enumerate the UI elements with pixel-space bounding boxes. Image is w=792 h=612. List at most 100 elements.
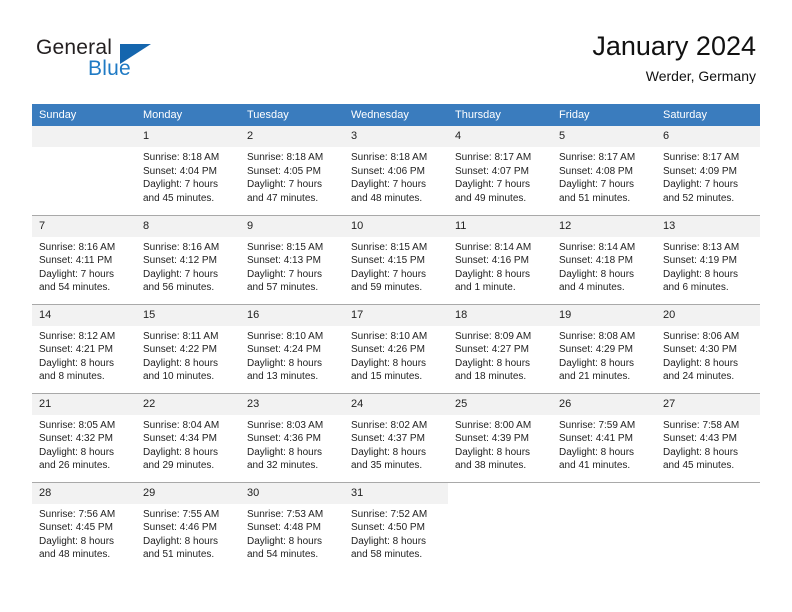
day-cell[interactable]: 24 Sunrise: 8:02 AM Sunset: 4:37 PM Dayl… xyxy=(344,392,448,482)
weekday-header-monday: Monday xyxy=(136,104,240,126)
day-number: 5 xyxy=(552,126,656,147)
day-number: 14 xyxy=(32,304,136,326)
sunset-text: Sunset: 4:08 PM xyxy=(559,165,633,177)
day-cell[interactable]: 16 Sunrise: 8:10 AM Sunset: 4:24 PM Dayl… xyxy=(240,303,344,393)
daylight-text-2: and 48 minutes. xyxy=(39,549,111,560)
day-cell[interactable]: 6 Sunrise: 8:17 AM Sunset: 4:09 PM Dayli… xyxy=(656,126,760,215)
daylight-text-2: and 45 minutes. xyxy=(143,192,215,204)
day-details: Sunrise: 8:11 AM Sunset: 4:22 PM Dayligh… xyxy=(136,326,240,384)
day-details: Sunrise: 8:00 AM Sunset: 4:39 PM Dayligh… xyxy=(448,415,552,473)
day-details xyxy=(656,504,760,508)
day-number: 24 xyxy=(344,393,448,415)
calendar-week-row: 1 Sunrise: 8:18 AM Sunset: 4:04 PM Dayli… xyxy=(32,126,760,215)
day-cell[interactable]: 25 Sunrise: 8:00 AM Sunset: 4:39 PM Dayl… xyxy=(448,392,552,482)
sunset-text: Sunset: 4:07 PM xyxy=(455,165,529,177)
day-details: Sunrise: 7:58 AM Sunset: 4:43 PM Dayligh… xyxy=(656,415,760,473)
day-cell[interactable] xyxy=(448,481,552,571)
day-details: Sunrise: 8:16 AM Sunset: 4:12 PM Dayligh… xyxy=(136,237,240,295)
sunrise-text: Sunrise: 8:03 AM xyxy=(247,419,324,431)
day-cell[interactable]: 17 Sunrise: 8:10 AM Sunset: 4:26 PM Dayl… xyxy=(344,303,448,393)
day-number: 8 xyxy=(136,215,240,237)
day-details: Sunrise: 8:15 AM Sunset: 4:15 PM Dayligh… xyxy=(344,237,448,295)
daylight-text-1: Daylight: 8 hours xyxy=(455,446,531,458)
day-cell[interactable]: 7 Sunrise: 8:16 AM Sunset: 4:11 PM Dayli… xyxy=(32,214,136,304)
sunrise-text: Sunrise: 8:15 AM xyxy=(351,241,428,253)
day-cell[interactable]: 20 Sunrise: 8:06 AM Sunset: 4:30 PM Dayl… xyxy=(656,303,760,393)
sunrise-text: Sunrise: 8:18 AM xyxy=(351,152,428,163)
daylight-text-1: Daylight: 8 hours xyxy=(143,535,219,547)
sunset-text: Sunset: 4:18 PM xyxy=(559,255,633,266)
day-cell[interactable]: 13 Sunrise: 8:13 AM Sunset: 4:19 PM Dayl… xyxy=(656,214,760,304)
daylight-text-1: Daylight: 8 hours xyxy=(663,357,739,369)
day-number: 28 xyxy=(32,482,136,504)
day-cell[interactable]: 2 Sunrise: 8:18 AM Sunset: 4:05 PM Dayli… xyxy=(240,126,344,215)
day-cell[interactable]: 29 Sunrise: 7:55 AM Sunset: 4:46 PM Dayl… xyxy=(136,481,240,571)
day-cell[interactable]: 4 Sunrise: 8:17 AM Sunset: 4:07 PM Dayli… xyxy=(448,126,552,215)
day-cell[interactable]: 9 Sunrise: 8:15 AM Sunset: 4:13 PM Dayli… xyxy=(240,214,344,304)
day-number: 1 xyxy=(136,126,240,147)
day-cell[interactable]: 31 Sunrise: 7:52 AM Sunset: 4:50 PM Dayl… xyxy=(344,481,448,571)
daylight-text-1: Daylight: 7 hours xyxy=(351,179,427,190)
day-cell[interactable]: 10 Sunrise: 8:15 AM Sunset: 4:15 PM Dayl… xyxy=(344,214,448,304)
page-subtitle: Werder, Germany xyxy=(645,68,756,84)
day-cell[interactable]: 11 Sunrise: 8:14 AM Sunset: 4:16 PM Dayl… xyxy=(448,214,552,304)
daylight-text-2: and 57 minutes. xyxy=(247,282,319,293)
daylight-text-2: and 51 minutes. xyxy=(559,192,631,204)
day-cell[interactable]: 19 Sunrise: 8:08 AM Sunset: 4:29 PM Dayl… xyxy=(552,303,656,393)
sunrise-text: Sunrise: 8:08 AM xyxy=(559,330,636,342)
day-cell[interactable]: 18 Sunrise: 8:09 AM Sunset: 4:27 PM Dayl… xyxy=(448,303,552,393)
day-details xyxy=(552,504,656,508)
sunset-text: Sunset: 4:46 PM xyxy=(143,522,217,533)
day-cell[interactable]: 21 Sunrise: 8:05 AM Sunset: 4:32 PM Dayl… xyxy=(32,392,136,482)
day-cell[interactable]: 30 Sunrise: 7:53 AM Sunset: 4:48 PM Dayl… xyxy=(240,481,344,571)
day-cell[interactable]: 8 Sunrise: 8:16 AM Sunset: 4:12 PM Dayli… xyxy=(136,214,240,304)
day-number: 17 xyxy=(344,304,448,326)
calendar-week-row: 21 Sunrise: 8:05 AM Sunset: 4:32 PM Dayl… xyxy=(32,392,760,482)
day-number: 19 xyxy=(552,304,656,326)
day-cell[interactable]: 15 Sunrise: 8:11 AM Sunset: 4:22 PM Dayl… xyxy=(136,303,240,393)
day-cell[interactable] xyxy=(32,126,136,215)
weekday-header-tuesday: Tuesday xyxy=(240,104,344,126)
daylight-text-2: and 47 minutes. xyxy=(247,192,319,204)
daylight-text-2: and 59 minutes. xyxy=(351,282,423,293)
day-cell[interactable]: 3 Sunrise: 8:18 AM Sunset: 4:06 PM Dayli… xyxy=(344,126,448,215)
sunrise-text: Sunrise: 8:16 AM xyxy=(39,241,116,253)
day-number: 9 xyxy=(240,215,344,237)
sunrise-text: Sunrise: 8:18 AM xyxy=(247,152,324,163)
day-cell[interactable]: 22 Sunrise: 8:04 AM Sunset: 4:34 PM Dayl… xyxy=(136,392,240,482)
day-cell[interactable]: 27 Sunrise: 7:58 AM Sunset: 4:43 PM Dayl… xyxy=(656,392,760,482)
daylight-text-1: Daylight: 8 hours xyxy=(143,446,219,458)
daylight-text-2: and 24 minutes. xyxy=(663,371,735,382)
day-details: Sunrise: 8:17 AM Sunset: 4:09 PM Dayligh… xyxy=(656,147,760,205)
sunset-text: Sunset: 4:13 PM xyxy=(247,255,321,266)
day-details: Sunrise: 8:09 AM Sunset: 4:27 PM Dayligh… xyxy=(448,326,552,384)
sunrise-text: Sunrise: 8:15 AM xyxy=(247,241,324,253)
weekday-header-saturday: Saturday xyxy=(656,104,760,126)
day-cell[interactable]: 26 Sunrise: 7:59 AM Sunset: 4:41 PM Dayl… xyxy=(552,392,656,482)
general-blue-logo[interactable]: General Blue xyxy=(36,36,266,88)
day-details: Sunrise: 8:16 AM Sunset: 4:11 PM Dayligh… xyxy=(32,237,136,295)
day-number: 11 xyxy=(448,215,552,237)
day-cell[interactable]: 5 Sunrise: 8:17 AM Sunset: 4:08 PM Dayli… xyxy=(552,126,656,215)
day-cell[interactable]: 28 Sunrise: 7:56 AM Sunset: 4:45 PM Dayl… xyxy=(32,481,136,571)
day-cell[interactable] xyxy=(656,481,760,571)
daylight-text-1: Daylight: 8 hours xyxy=(559,446,635,458)
daylight-text-1: Daylight: 8 hours xyxy=(351,446,427,458)
daylight-text-2: and 58 minutes. xyxy=(351,549,423,560)
day-details: Sunrise: 8:13 AM Sunset: 4:19 PM Dayligh… xyxy=(656,237,760,295)
daylight-text-2: and 1 minute. xyxy=(455,282,516,293)
weekday-header-sunday: Sunday xyxy=(32,104,136,126)
day-cell[interactable] xyxy=(552,481,656,571)
day-cell[interactable]: 1 Sunrise: 8:18 AM Sunset: 4:04 PM Dayli… xyxy=(136,126,240,215)
sunset-text: Sunset: 4:45 PM xyxy=(39,522,113,533)
sunrise-text: Sunrise: 8:00 AM xyxy=(455,419,532,431)
sunset-text: Sunset: 4:32 PM xyxy=(39,433,113,444)
daylight-text-1: Daylight: 8 hours xyxy=(455,268,531,280)
day-cell[interactable]: 23 Sunrise: 8:03 AM Sunset: 4:36 PM Dayl… xyxy=(240,392,344,482)
day-cell[interactable]: 14 Sunrise: 8:12 AM Sunset: 4:21 PM Dayl… xyxy=(32,303,136,393)
day-details: Sunrise: 7:56 AM Sunset: 4:45 PM Dayligh… xyxy=(32,504,136,562)
weekday-header-friday: Friday xyxy=(552,104,656,126)
sunset-text: Sunset: 4:06 PM xyxy=(351,165,425,177)
daylight-text-1: Daylight: 8 hours xyxy=(455,357,531,369)
day-cell[interactable]: 12 Sunrise: 8:14 AM Sunset: 4:18 PM Dayl… xyxy=(552,214,656,304)
